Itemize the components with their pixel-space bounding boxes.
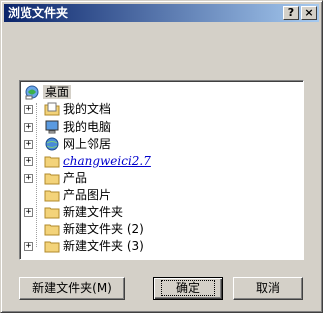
- help-button[interactable]: ?: [283, 6, 299, 20]
- tree-guide-line: [36, 103, 37, 247]
- tree-item-changweici[interactable]: + changweici2.7: [24, 153, 151, 169]
- tree-item-label: 产品图片: [63, 188, 112, 202]
- ok-button-label: 确定: [160, 280, 215, 296]
- expand-toggle[interactable]: +: [24, 157, 33, 166]
- tree-item-my-computer[interactable]: + 我的电脑: [24, 119, 112, 135]
- ok-button[interactable]: 确定: [153, 277, 223, 300]
- tree-item-product-images[interactable]: 产品图片: [44, 187, 111, 203]
- window-title: 浏览文件夹: [8, 6, 69, 20]
- folder-icon: [44, 224, 60, 236]
- tree-item-label: 网上邻居: [63, 137, 112, 151]
- expand-toggle[interactable]: +: [24, 208, 33, 217]
- expand-toggle[interactable]: +: [24, 123, 33, 132]
- desktop-icon: [25, 85, 39, 100]
- browse-folder-dialog: 浏览文件夹 ? × 桌面 + 我的文档 + 我的电脑 + 网上邻居 + chan…: [0, 0, 323, 313]
- network-places-icon: [45, 137, 59, 151]
- folder-icon: [44, 241, 60, 253]
- tree-item-my-documents[interactable]: + 我的文档: [24, 101, 112, 117]
- tree-item-label: 我的电脑: [63, 120, 112, 134]
- tree-item-desktop[interactable]: 桌面: [24, 84, 72, 100]
- new-folder-button[interactable]: 新建文件夹(M): [19, 277, 125, 300]
- tree-item-new-folder-3[interactable]: + 新建文件夹 (3): [24, 238, 144, 254]
- tree-item-label: 桌面: [43, 85, 72, 99]
- tree-item-new-folder[interactable]: + 新建文件夹: [24, 204, 124, 220]
- tree-item-label: changweici2.7: [63, 154, 151, 168]
- tree-item-network-places[interactable]: + 网上邻居: [24, 136, 112, 152]
- expand-toggle[interactable]: +: [24, 140, 33, 149]
- expand-toggle[interactable]: +: [24, 105, 33, 114]
- tree-item-products[interactable]: + 产品: [24, 170, 88, 186]
- tree-item-new-folder-2[interactable]: 新建文件夹 (2): [44, 221, 144, 237]
- tree-item-label: 新建文件夹 (2): [63, 222, 144, 236]
- expand-toggle[interactable]: +: [24, 242, 33, 251]
- title-bar[interactable]: 浏览文件夹 ? ×: [4, 4, 319, 22]
- expand-toggle[interactable]: +: [24, 174, 33, 183]
- tree-item-label: 我的文档: [63, 102, 112, 116]
- close-button[interactable]: ×: [301, 6, 317, 20]
- folder-icon: [44, 156, 60, 168]
- tree-item-label: 新建文件夹 (3): [63, 239, 144, 253]
- cancel-button[interactable]: 取消: [233, 277, 303, 300]
- tree-item-label: 产品: [63, 171, 88, 185]
- my-computer-icon: [45, 120, 59, 134]
- folder-icon: [44, 207, 60, 219]
- tree-item-label: 新建文件夹: [63, 205, 124, 219]
- my-documents-icon: [44, 102, 60, 116]
- folder-icon: [44, 190, 60, 202]
- folder-tree[interactable]: 桌面 + 我的文档 + 我的电脑 + 网上邻居 + changweici2.7 …: [19, 80, 304, 260]
- folder-icon: [44, 173, 60, 185]
